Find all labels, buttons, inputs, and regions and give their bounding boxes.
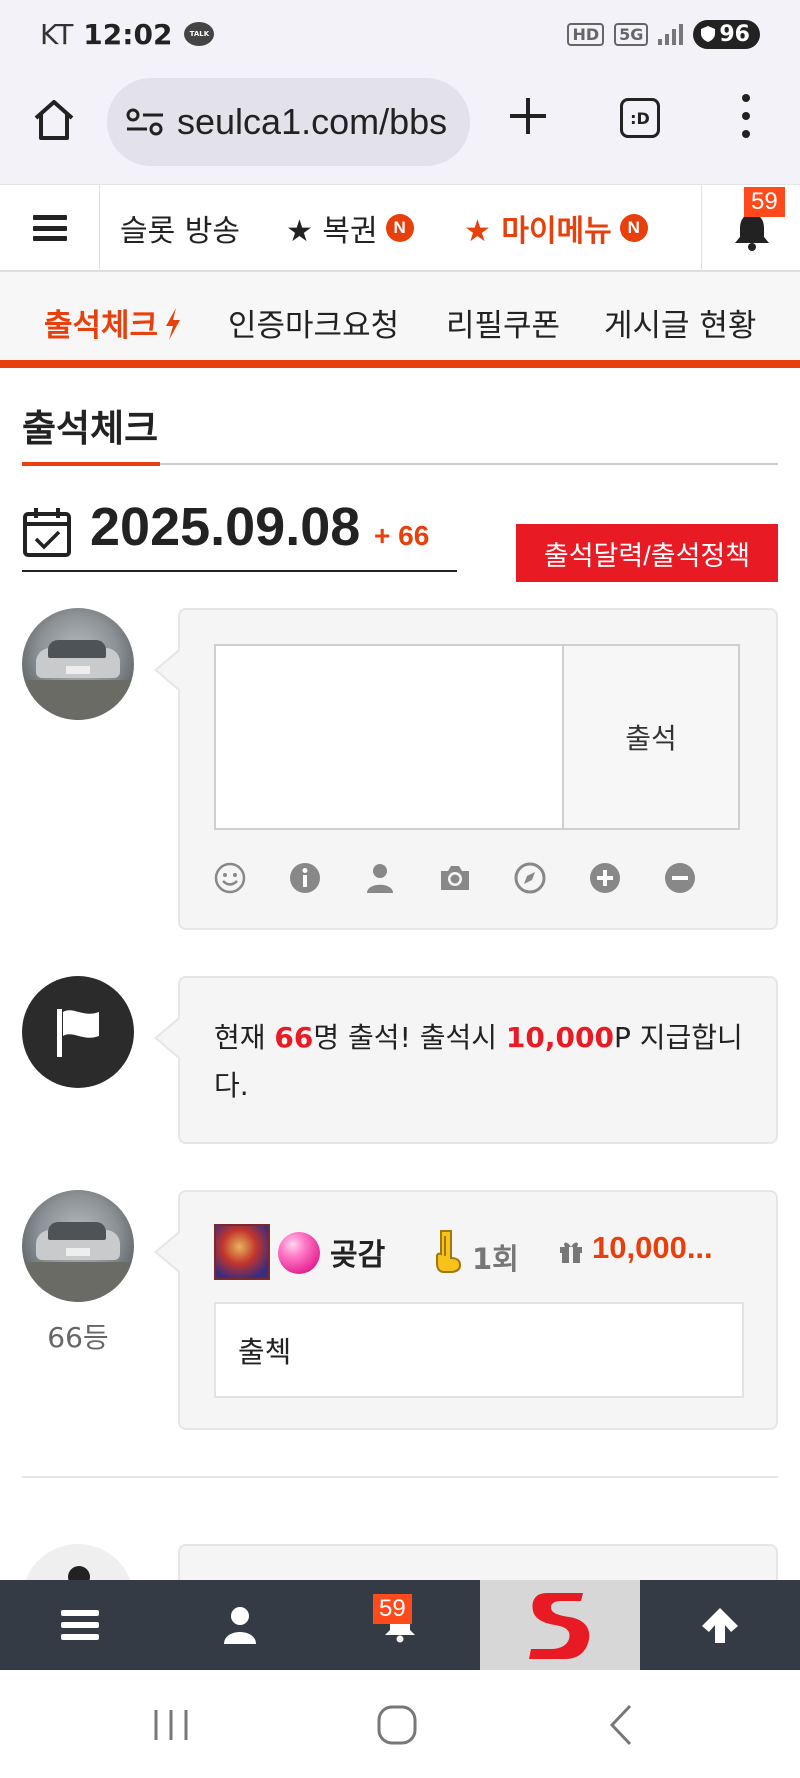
address-bar[interactable]: seulca1.com/bbs [107, 78, 470, 166]
attendance-form: 출석 [154, 608, 778, 930]
compass-icon[interactable] [514, 862, 546, 894]
nav-item-label: 슬롯 방송 [120, 214, 240, 249]
back-icon[interactable] [598, 1700, 648, 1750]
attendance-entry: 곶감 1회 10,000... 출첵 [154, 1190, 778, 1430]
title-divider-accent [22, 462, 160, 466]
user-icon [224, 1607, 256, 1644]
tab-cert-mark-request[interactable]: 인증마크요청 [228, 300, 399, 345]
clock-time: 12:02 [83, 17, 173, 51]
entry-message: 출첵 [214, 1302, 744, 1398]
tab-refill-coupon[interactable]: 리필쿠폰 [446, 300, 560, 345]
date-row: 2025.09.08 + 66 [22, 496, 457, 572]
nav-item-label: ★ 복권 [286, 214, 378, 249]
notifications-button[interactable]: 59 [701, 185, 800, 271]
list-divider [22, 1476, 778, 1478]
scroll-top-button[interactable] [640, 1580, 800, 1670]
system-nav-bar [0, 1670, 800, 1778]
nav-item-lottery[interactable]: ★ 복권 N [286, 185, 414, 271]
home-nav-icon[interactable] [372, 1700, 422, 1750]
attendee-count: 66 [274, 1021, 314, 1054]
user-icon[interactable] [364, 862, 396, 894]
home-icon[interactable] [32, 98, 76, 142]
menu-button[interactable] [0, 185, 100, 271]
notice-avatar [22, 976, 134, 1088]
recent-apps-icon[interactable] [146, 1700, 196, 1750]
site-nav: 슬롯 방송 ★ 복권 N ★ 마이메뉴 N 59 [0, 184, 800, 272]
new-tab-icon[interactable] [508, 96, 548, 136]
tab-switcher-button[interactable]: :D [620, 98, 660, 138]
gift-icon [560, 1242, 582, 1263]
notification-count-badge: 59 [373, 1594, 412, 1624]
entry-header: 곶감 1회 10,000... [214, 1224, 744, 1280]
arrow-up-icon [702, 1608, 738, 1643]
attendance-comment-input[interactable] [214, 644, 564, 830]
bottom-bar: 59 [0, 1580, 800, 1670]
notification-count-badge: 59 [744, 187, 785, 217]
bell-icon [735, 214, 769, 251]
nav-item-label: ★ 마이메뉴 [464, 214, 612, 249]
more-menu-icon[interactable] [740, 94, 752, 138]
hamburger-icon [32, 215, 67, 241]
editor-toolbar [214, 862, 696, 894]
level-orb-icon [278, 1232, 320, 1274]
site-settings-icon[interactable] [125, 107, 165, 137]
avatar [22, 608, 134, 720]
attendance-notice: 현재 66명 출석! 출석시 10,000P 지급합니다. [154, 976, 778, 1144]
entry-points: 10,000... [592, 1230, 713, 1265]
new-badge: N [619, 214, 648, 242]
attendance-date: 2025.09.08 [90, 497, 361, 557]
attendance-rank: 66등 [47, 1321, 109, 1354]
attendance-count: 1회 [472, 1242, 519, 1276]
flag-icon [57, 1009, 99, 1057]
battery-level: 96 [719, 21, 750, 47]
avatar [22, 1190, 134, 1302]
page-title: 출석체크 [22, 407, 159, 450]
user-nickname[interactable]: 곶감 [330, 1230, 385, 1274]
notice-text: 현재 66명 출석! 출석시 10,000P 지급합니다. [214, 1021, 743, 1102]
nav-item-slot-broadcast[interactable]: 슬롯 방송 [120, 185, 240, 271]
minus-circle-icon[interactable] [664, 862, 696, 894]
level-image [214, 1224, 270, 1280]
info-icon[interactable] [289, 862, 321, 894]
site-logo-button[interactable] [480, 1580, 640, 1670]
attendance-policy-button[interactable]: 출석달력/출석정책 [516, 524, 778, 582]
new-badge: N [385, 214, 414, 242]
bottom-profile-button[interactable] [160, 1580, 320, 1670]
sub-nav: 출석체크 인증마크요청 리필쿠폰 게시글 현황 [0, 272, 800, 368]
site-logo [529, 1593, 590, 1659]
tab-label: 출석체크 [44, 308, 159, 344]
hand-pointer-icon [436, 1230, 462, 1273]
smile-icon[interactable] [214, 862, 246, 894]
battery-indicator: 96 [693, 19, 760, 49]
reward-points: 10,000 [505, 1021, 614, 1054]
tab-label: 리필쿠폰 [446, 308, 561, 344]
nav-item-my-menu[interactable]: ★ 마이메뉴 N [464, 185, 648, 271]
url-text: seulca1.com/bbs [177, 101, 448, 142]
list-icon [61, 1610, 99, 1640]
attendance-delta: + 66 [374, 520, 430, 551]
status-bar: KT 12:02 TALK HD 5G 96 [0, 0, 800, 68]
network-5g-icon: 5G [614, 22, 649, 46]
shield-icon [701, 26, 716, 42]
lightning-icon [166, 308, 181, 340]
tab-attendance[interactable]: 출석체크 [44, 300, 182, 345]
tab-post-status[interactable]: 게시글 현황 [604, 300, 756, 345]
browser-toolbar: seulca1.com/bbs :D [0, 68, 800, 184]
calendar-check-icon [23, 508, 71, 557]
tab-label: 게시글 현황 [604, 308, 757, 344]
camera-icon[interactable] [439, 862, 471, 894]
bottom-menu-button[interactable] [0, 1580, 160, 1670]
kakaotalk-icon: TALK [184, 22, 215, 46]
attendance-submit-button[interactable]: 출석 [562, 644, 740, 830]
carrier-label: KT [40, 17, 74, 51]
signal-icon [658, 23, 684, 45]
tab-label: 인증마크요청 [228, 308, 400, 344]
plus-circle-icon[interactable] [589, 862, 621, 894]
hd-voice-icon: HD [567, 22, 605, 46]
